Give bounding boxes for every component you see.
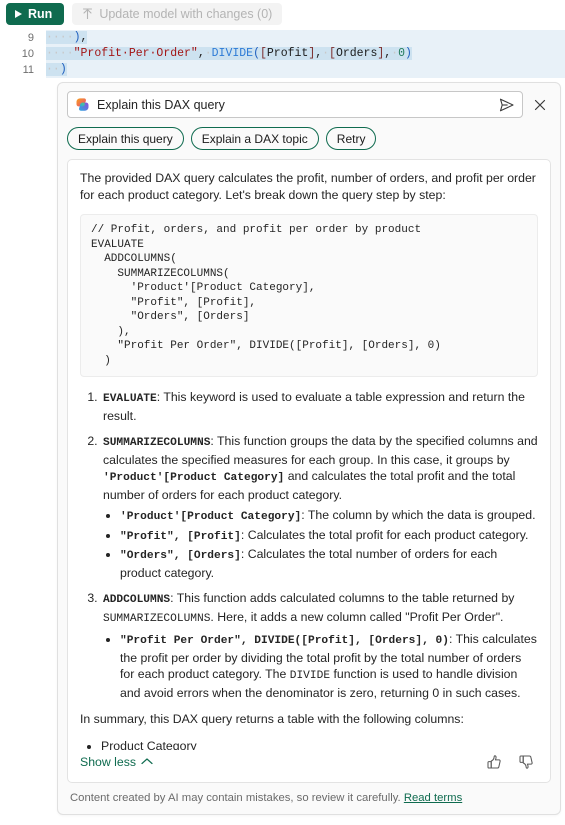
suggestion-chips: Explain this query Explain a DAX topic R… — [67, 127, 551, 150]
substep-code: "Orders", [Orders] — [120, 550, 241, 562]
thumbs-up-icon[interactable] — [486, 754, 502, 770]
copilot-answer-card: The provided DAX query calculates the pr… — [67, 159, 551, 783]
close-icon[interactable] — [529, 94, 551, 116]
answer-step-addcolumns: ADDCOLUMNS: This function adds calculate… — [101, 590, 538, 701]
list-item: "Profit", [Profit]: Calculates the total… — [120, 527, 538, 546]
answer-footer: Show less — [80, 750, 538, 776]
copilot-answer-body: The provided DAX query calculates the pr… — [80, 170, 538, 750]
ai-disclaimer: Content created by AI may contain mistak… — [67, 783, 551, 814]
step-term: SUMMARIZECOLUMNS — [103, 437, 211, 449]
list-item: "Orders", [Orders]: Calculates the total… — [120, 546, 538, 581]
answer-step-summarizecolumns: SUMMARIZECOLUMNS: This function groups t… — [101, 433, 538, 581]
code-line-content[interactable]: ····), — [46, 30, 565, 46]
thumbs-down-icon[interactable] — [518, 754, 534, 770]
answer-step-evaluate: EVALUATE: This keyword is used to evalua… — [101, 389, 538, 424]
list-item: Product Category — [101, 739, 538, 751]
feedback-controls — [486, 754, 538, 770]
update-model-label: Update model with changes (0) — [99, 7, 273, 21]
code-line: 9 ····), — [0, 30, 565, 46]
substep-code: "Profit Per Order", DIVIDE([Profit], [Or… — [120, 635, 449, 647]
step-body: : This keyword is used to evaluate a tab… — [103, 390, 525, 423]
copilot-icon — [75, 97, 90, 112]
copilot-panel: Explain this DAX query Explain this quer… — [57, 82, 561, 815]
run-button[interactable]: Run — [6, 3, 65, 25]
send-icon[interactable] — [498, 96, 516, 114]
substep-text: : The column by which the data is groupe… — [301, 508, 536, 522]
line-number: 10 — [21, 48, 34, 60]
list-item: "Profit Per Order", DIVIDE([Profit], [Or… — [120, 631, 538, 701]
line-number: 11 — [22, 64, 34, 76]
code-line: 11 ··) — [0, 62, 565, 78]
substep-code: 'Product'[Product Category] — [120, 511, 302, 523]
answer-intro-paragraph: The provided DAX query calculates the pr… — [80, 171, 536, 202]
answer-summary-lead: In summary, this DAX query returns a tab… — [80, 712, 464, 726]
substep-code: "Profit", [Profit] — [120, 530, 241, 543]
code-line-content[interactable]: ····"Profit·Per·Order",·DIVIDE([Profit],… — [46, 46, 565, 62]
code-line: 10 ····"Profit·Per·Order",·DIVIDE([Profi… — [0, 46, 565, 62]
answer-substeps-list: 'Product'[Product Category]: The column … — [103, 507, 538, 581]
line-number: 9 — [27, 32, 34, 44]
editor-toolbar: Run Update model with changes (0) — [0, 0, 565, 28]
chevron-up-icon — [141, 755, 153, 769]
step-term: EVALUATE — [103, 393, 157, 405]
disclaimer-text: Content created by AI may contain mistak… — [70, 792, 401, 804]
chip-explain-a-dax-topic[interactable]: Explain a DAX topic — [190, 127, 319, 150]
play-icon — [15, 10, 22, 18]
chip-explain-this-query[interactable]: Explain this query — [67, 127, 184, 150]
upload-arrow-icon — [82, 8, 93, 20]
show-less-label: Show less — [80, 755, 137, 769]
list-item: 'Product'[Product Category]: The column … — [120, 507, 538, 526]
dax-code-editor[interactable]: 9 ····), 10 ····"Profit·Per·Order",·DIVI… — [0, 28, 565, 78]
read-terms-link[interactable]: Read terms — [404, 792, 462, 804]
chip-retry[interactable]: Retry — [325, 127, 377, 150]
dax-code-block: // Profit, orders, and profit per order … — [80, 214, 538, 377]
update-model-button[interactable]: Update model with changes (0) — [72, 3, 283, 25]
copilot-prompt-row: Explain this DAX query — [67, 91, 551, 118]
show-less-button[interactable]: Show less — [80, 755, 153, 769]
answer-substeps-list: "Profit Per Order", DIVIDE([Profit], [Or… — [103, 631, 538, 701]
substep-text: : Calculates the total profit for each p… — [240, 527, 529, 542]
answer-summary-list: Product Category Profit Orders Profit Pe… — [80, 739, 538, 751]
step-term: ADDCOLUMNS — [103, 594, 171, 606]
answer-steps-list: EVALUATE: This keyword is used to evalua… — [80, 389, 538, 701]
run-button-label: Run — [28, 7, 53, 21]
copilot-prompt-box[interactable]: Explain this DAX query — [67, 91, 523, 118]
code-line-content[interactable]: ··) — [46, 62, 565, 78]
copilot-prompt-input[interactable]: Explain this DAX query — [97, 98, 491, 112]
